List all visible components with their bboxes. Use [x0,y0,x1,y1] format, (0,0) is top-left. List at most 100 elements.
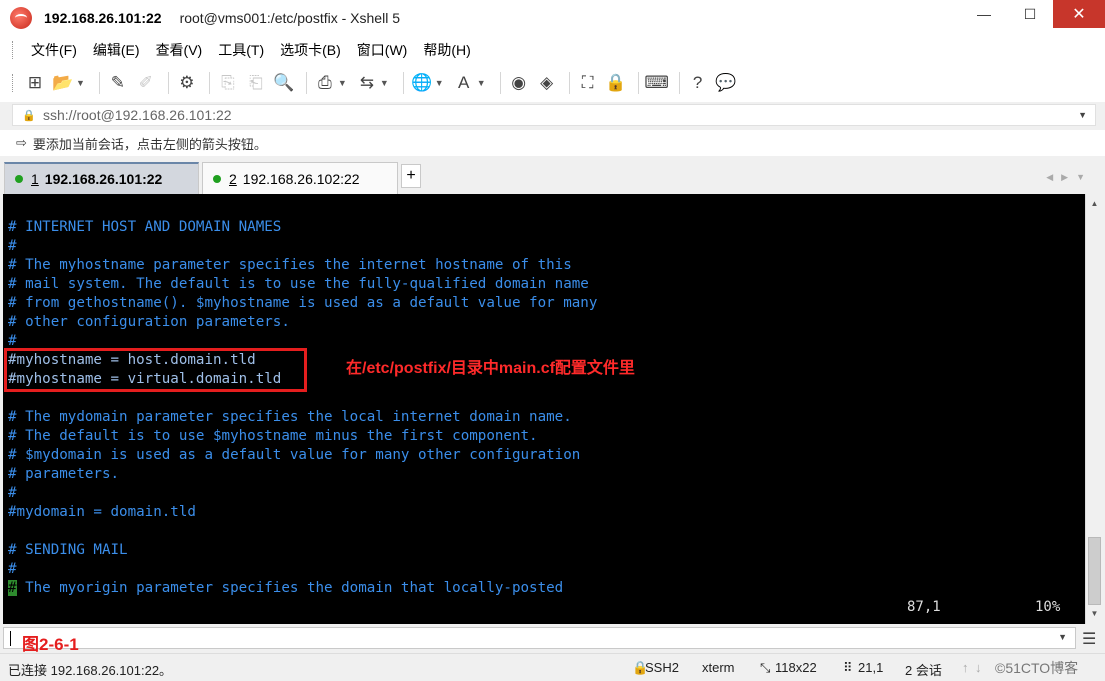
toolbar-separator [637,72,639,94]
menu-file[interactable]: 文件(F) [23,40,85,60]
search-icon[interactable]: 🔍 [272,71,296,95]
close-button[interactable]: ✕ [1053,0,1105,28]
toolbar-separator [98,72,100,94]
connected-status-icon [213,174,221,183]
paste-icon[interactable]: ⎗ [244,71,268,95]
terminal-scrollbar[interactable]: ▲ ▼ [1085,194,1102,624]
lock-icon[interactable]: 🔒 [604,71,628,95]
scroll-up-icon[interactable]: ▲ [1086,196,1103,212]
session-hint-bar: ⇨ 要添加当前会话，点击左侧的箭头按钮。 [0,130,1105,156]
terminal-screen[interactable]: # INTERNET HOST AND DOMAIN NAMES # # The… [3,194,1085,624]
copy-icon[interactable]: ⎘ [216,71,240,95]
arrow-right-icon[interactable]: ⇨ [16,135,27,151]
menu-tabs[interactable]: 选项卡(B) [272,40,349,60]
chevron-down-icon[interactable]: ▼ [338,78,347,88]
address-text[interactable]: ssh://root@192.168.26.101:22 [43,107,232,123]
toolbar-separator [208,72,210,94]
session-count: 2 会话 [905,663,942,678]
connected-status-icon [15,175,23,183]
toolbar-separator [305,72,307,94]
font-icon[interactable]: A [452,71,476,95]
toolbar-separator [402,72,404,94]
terminal-line: # The myhostname parameter specifies the… [8,257,572,273]
reconnect-icon[interactable]: ✎ [106,71,130,95]
connection-status: 已连接 192.168.26.101:22。 [8,663,173,678]
status-bar: 已连接 192.168.26.101:22。 🔒 SSH2 xterm ⤡ 11… [0,653,1105,681]
toolbar-grip [12,74,15,92]
highlight-box [4,348,307,392]
add-tab-button[interactable]: + [401,164,421,188]
terminal-line: # INTERNET HOST AND DOMAIN NAMES [8,219,282,235]
session-hint-text: 要添加当前会话，点击左侧的箭头按钮。 [32,136,267,152]
window-title-host: 192.168.26.101:22 [44,10,162,26]
terminal-line-rest: The myorigin parameter specifies the dom… [16,580,564,596]
disconnect-icon[interactable]: ✐ [134,71,158,95]
menu-grip [12,41,15,59]
chevron-down-icon[interactable]: ▼ [477,78,486,88]
terminal-line: #mydomain = domain.tld [8,504,196,520]
tab-number: 2 [229,170,237,187]
chevron-down-icon[interactable]: ▼ [1058,632,1067,642]
help-icon[interactable]: ? [686,71,710,95]
toolbar-separator [499,72,501,94]
xftp-icon[interactable]: ◉ [507,71,531,95]
menu-help[interactable]: 帮助(H) [415,40,478,60]
lock-icon: 🔒 [22,109,36,122]
open-folder-icon[interactable]: 📂 [51,71,75,95]
figure-label: 图2-6-1 [22,635,79,654]
vim-cursor-position: 87,1 [907,599,941,615]
chevron-down-icon[interactable]: ▼ [380,78,389,88]
terminal-line: # [8,485,17,501]
cursor-icon: ⠿ [843,660,853,675]
keyboard-icon[interactable]: ⌨ [644,71,669,95]
terminal-line: # other configuration parameters. [8,314,290,330]
menu-tools[interactable]: 工具(T) [210,40,272,60]
properties-icon[interactable]: ⚙ [175,71,199,95]
terminal-line: # $mydomain is used as a default value f… [8,447,581,463]
terminal-line: # SENDING MAIL [8,542,128,558]
tab-number: 1 [31,171,39,187]
tab-session-1[interactable]: 1 192.168.26.101:22 [4,162,199,194]
address-bar[interactable]: 🔒 ssh://root@192.168.26.101:22 ▼ [12,104,1096,126]
tab-session-2[interactable]: 2 192.168.26.102:22 [202,162,398,194]
window-title: root@vms001:/etc/postfix - Xshell 5 [179,10,400,26]
compose-bar[interactable]: 图2-6-1 ▼ [3,627,1076,654]
title-bar: 192.168.26.101:22 root@vms001:/etc/postf… [0,0,1105,36]
window-controls: — ☐ ✕ [961,0,1105,32]
globe-icon[interactable]: 🌐 [410,71,434,95]
menu-edit[interactable]: 编辑(E) [85,40,148,60]
scroll-thumb[interactable] [1088,537,1101,605]
toolbar-separator [678,72,680,94]
chevron-down-icon[interactable]: ▼ [1078,110,1087,120]
maximize-button[interactable]: ☐ [1007,0,1053,28]
menu-view[interactable]: 查看(V) [148,40,211,60]
vim-scroll-percent: 10% [1035,599,1061,615]
tab-label: 192.168.26.102:22 [242,170,360,187]
tab-bar: 1 192.168.26.101:22 2 192.168.26.102:22 … [0,158,1105,194]
scroll-down-icon[interactable]: ▼ [1086,606,1103,622]
new-session-icon[interactable]: ⊞ [23,71,47,95]
text-caret [10,631,11,646]
chat-icon[interactable]: 💬 [714,71,738,95]
transfer-icon[interactable]: ⇆ [355,71,379,95]
tab-nav-arrows[interactable]: ◀▶▼ [1046,172,1093,183]
menu-window[interactable]: 窗口(W) [349,40,416,60]
chevron-down-icon[interactable]: ▼ [76,78,85,88]
tab-label: 192.168.26.101:22 [44,171,163,187]
compose-menu-icon[interactable]: ☰ [1082,629,1096,649]
terminal-line: # [8,561,17,577]
resize-icon: ⤡ [760,660,771,675]
terminal-line: # [8,238,17,254]
cursor-position: 21,1 [858,660,884,675]
script-icon[interactable]: ◈ [535,71,559,95]
fullscreen-icon[interactable]: ⛶ [576,71,600,95]
terminal-size: 118x22 [775,660,817,675]
terminal-type: xterm [702,660,735,675]
annotation-text: 在/etc/postfix/目录中main.cf配置文件里 [346,360,635,377]
minimize-button[interactable]: — [961,0,1007,28]
arrow-up-icon: ↑ [962,660,969,675]
arrow-down-icon: ↓ [975,660,982,675]
watermark: ©51CTO博客 [995,660,1079,676]
chevron-down-icon[interactable]: ▼ [435,78,444,88]
print-icon[interactable]: ⎙ [313,71,337,95]
